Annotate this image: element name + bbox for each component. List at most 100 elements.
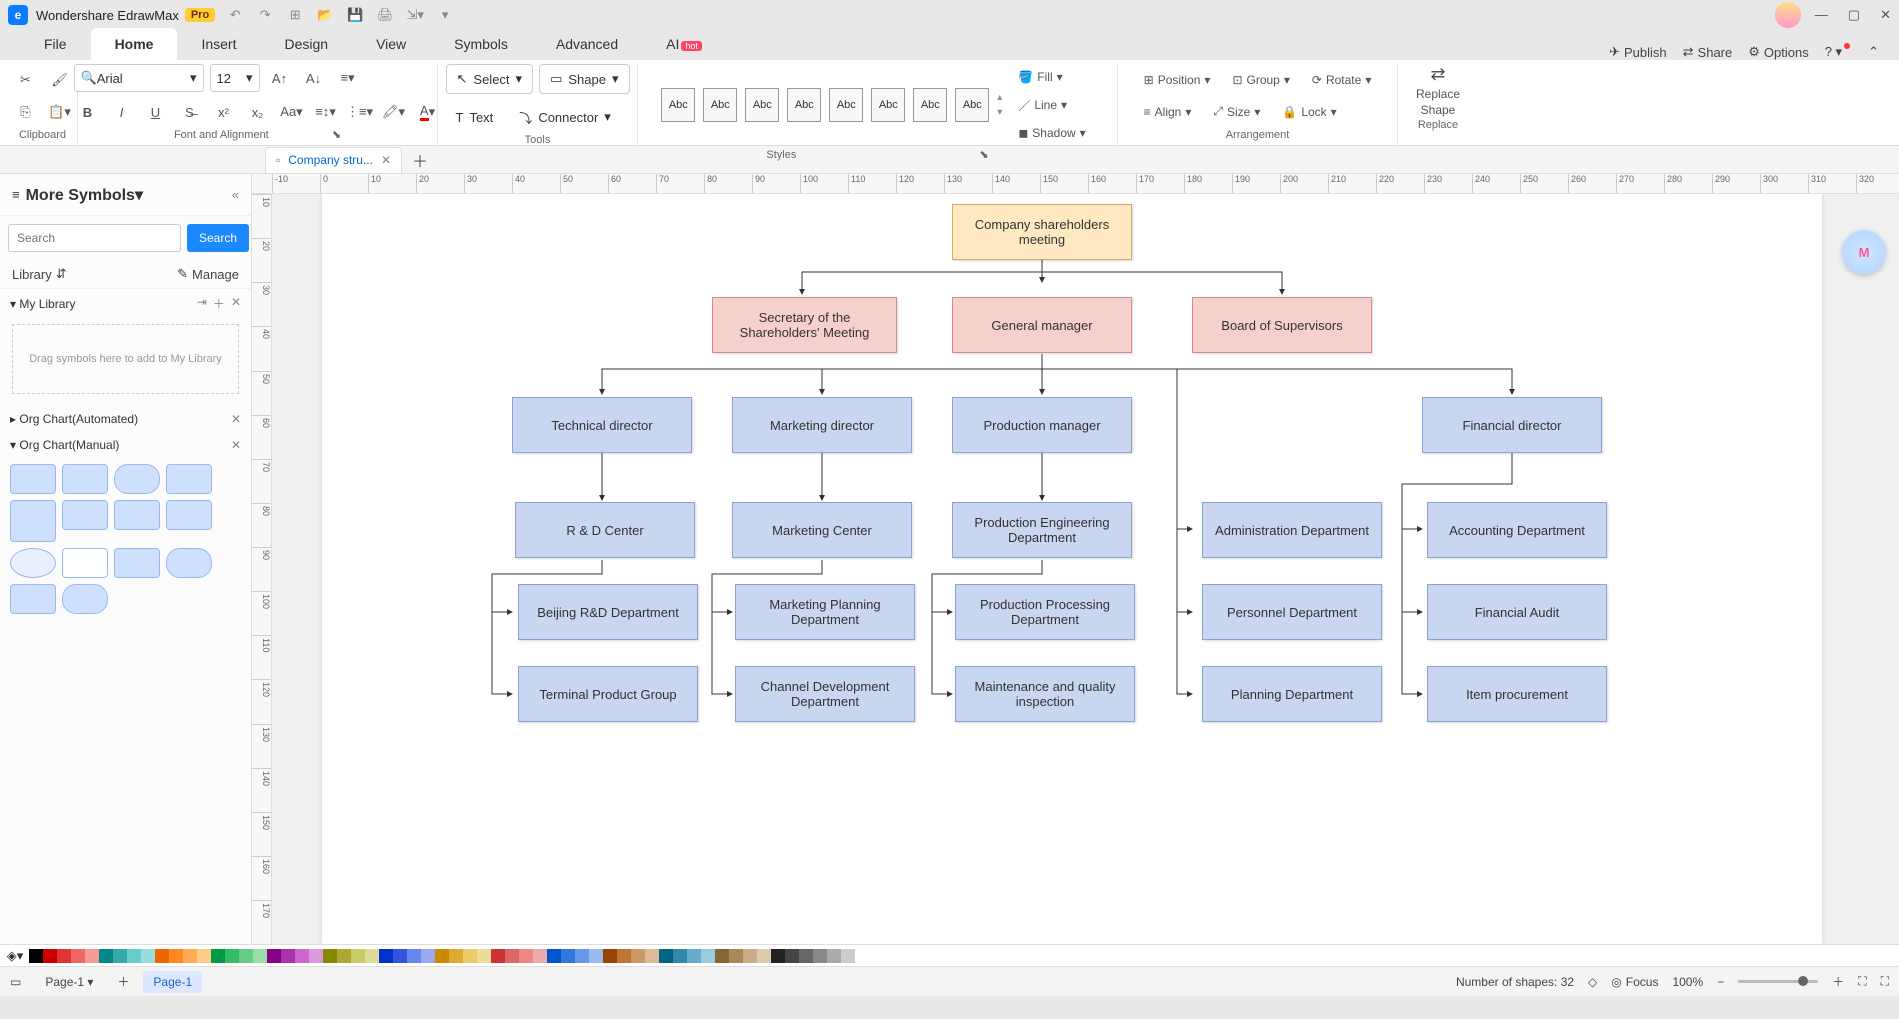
org-node-marketing-center[interactable]: Marketing Center xyxy=(732,502,912,558)
color-swatch[interactable] xyxy=(253,949,267,963)
redo-icon[interactable]: ↷ xyxy=(257,7,273,23)
org-node-marketing-planning[interactable]: Marketing Planning Department xyxy=(735,584,915,640)
canvas[interactable]: Company shareholders meeting Secretary o… xyxy=(272,194,1899,944)
color-swatch[interactable] xyxy=(407,949,421,963)
menu-advanced[interactable]: Advanced xyxy=(532,28,642,60)
tab-close-icon[interactable]: ✕ xyxy=(381,153,391,167)
color-swatch[interactable] xyxy=(533,949,547,963)
publish-button[interactable]: ✈ Publish xyxy=(1609,44,1667,60)
color-picker-icon[interactable]: ◈▾ xyxy=(8,949,22,963)
menu-insert[interactable]: Insert xyxy=(177,28,260,60)
color-swatch[interactable] xyxy=(519,949,533,963)
color-swatch[interactable] xyxy=(379,949,393,963)
menu-view[interactable]: View xyxy=(352,28,430,60)
menu-design[interactable]: Design xyxy=(260,28,352,60)
undo-icon[interactable]: ↶ xyxy=(227,7,243,23)
color-swatch[interactable] xyxy=(169,949,183,963)
color-swatch[interactable] xyxy=(603,949,617,963)
org-node-secretary[interactable]: Secretary of the Shareholders' Meeting xyxy=(712,297,897,353)
style-preset-8[interactable]: Abc xyxy=(955,88,989,122)
org-chart-manual-section[interactable]: ▾ Org Chart(Manual) ✕ xyxy=(0,432,251,458)
increase-font-icon[interactable]: A↑ xyxy=(266,64,294,92)
close-icon[interactable]: ✕ xyxy=(1880,7,1891,23)
org-node-beijing-rd[interactable]: Beijing R&D Department xyxy=(518,584,698,640)
color-swatch[interactable] xyxy=(155,949,169,963)
color-swatch[interactable] xyxy=(631,949,645,963)
color-swatch[interactable] xyxy=(617,949,631,963)
line-button[interactable]: ／ Line▾ xyxy=(1010,92,1093,118)
my-library-section[interactable]: ▾ My Library ⇥＋✕ xyxy=(0,289,251,318)
symbol-shape[interactable] xyxy=(166,548,212,578)
align-dropdown-icon[interactable]: ≡▾ xyxy=(334,64,362,92)
symbol-shape[interactable] xyxy=(62,500,108,530)
save-icon[interactable]: 💾 xyxy=(347,7,363,23)
library-drop-zone[interactable]: Drag symbols here to add to My Library xyxy=(12,324,239,394)
color-swatch[interactable] xyxy=(785,949,799,963)
manage-button[interactable]: ✎ Manage xyxy=(177,266,239,282)
lock-button[interactable]: 🔒 Lock▾ xyxy=(1274,99,1344,125)
style-preset-5[interactable]: Abc xyxy=(829,88,863,122)
org-node-financial-audit[interactable]: Financial Audit xyxy=(1427,584,1607,640)
color-swatch[interactable] xyxy=(365,949,379,963)
color-swatch[interactable] xyxy=(43,949,57,963)
color-swatch[interactable] xyxy=(393,949,407,963)
fill-button[interactable]: 🪣 Fill▾ xyxy=(1010,64,1093,90)
symbol-shape[interactable] xyxy=(10,464,56,494)
group-button[interactable]: ⊡ Group▾ xyxy=(1224,67,1297,93)
org-node-prod-engineering[interactable]: Production Engineering Department xyxy=(952,502,1132,558)
symbol-shape[interactable] xyxy=(114,464,160,494)
color-swatch[interactable] xyxy=(267,949,281,963)
color-swatch[interactable] xyxy=(575,949,589,963)
style-preset-6[interactable]: Abc xyxy=(871,88,905,122)
library-dropdown[interactable]: Library ⇵ xyxy=(12,266,67,282)
layers-icon[interactable]: ◇ xyxy=(1588,975,1597,989)
bullets-icon[interactable]: ⋮≡▾ xyxy=(346,98,374,126)
org-node-personnel[interactable]: Personnel Department xyxy=(1202,584,1382,640)
format-painter-icon[interactable]: 🖌 xyxy=(46,66,74,94)
color-swatch[interactable] xyxy=(351,949,365,963)
color-swatch[interactable] xyxy=(239,949,253,963)
ai-assistant-button[interactable]: M xyxy=(1842,230,1886,274)
color-swatch[interactable] xyxy=(71,949,85,963)
color-swatch[interactable] xyxy=(99,949,113,963)
color-swatch[interactable] xyxy=(463,949,477,963)
color-swatch[interactable] xyxy=(673,949,687,963)
color-swatch[interactable] xyxy=(547,949,561,963)
color-swatch[interactable] xyxy=(183,949,197,963)
style-preset-4[interactable]: Abc xyxy=(787,88,821,122)
org-node-administration[interactable]: Administration Department xyxy=(1202,502,1382,558)
menu-home[interactable]: Home xyxy=(91,28,178,60)
styles-down-icon[interactable]: ▾ xyxy=(997,107,1002,118)
org-node-marketing-director[interactable]: Marketing director xyxy=(732,397,912,453)
color-swatch[interactable] xyxy=(659,949,673,963)
symbol-shape[interactable] xyxy=(10,548,56,578)
zoom-in-icon[interactable]: ＋ xyxy=(1832,973,1844,990)
help-icon[interactable]: ? ▾ xyxy=(1825,44,1852,60)
color-swatch[interactable] xyxy=(813,949,827,963)
color-swatch[interactable] xyxy=(29,949,43,963)
symbol-search-button[interactable]: Search xyxy=(187,224,249,252)
cut-icon[interactable]: ✂ xyxy=(12,66,40,94)
color-swatch[interactable] xyxy=(827,949,841,963)
zoom-out-icon[interactable]: − xyxy=(1717,975,1724,989)
color-swatch[interactable] xyxy=(715,949,729,963)
color-swatch[interactable] xyxy=(687,949,701,963)
open-icon[interactable]: 📂 xyxy=(317,7,333,23)
color-swatch[interactable] xyxy=(323,949,337,963)
rotate-button[interactable]: ⟳ Rotate▾ xyxy=(1304,67,1379,93)
color-swatch[interactable] xyxy=(799,949,813,963)
color-swatch[interactable] xyxy=(645,949,659,963)
symbol-shape[interactable] xyxy=(166,464,212,494)
style-preset-3[interactable]: Abc xyxy=(745,88,779,122)
org-node-terminal-product[interactable]: Terminal Product Group xyxy=(518,666,698,722)
color-swatch[interactable] xyxy=(295,949,309,963)
remove-section-icon[interactable]: ✕ xyxy=(231,438,241,452)
replace-shape-button[interactable]: ⇄ Replace Shape xyxy=(1408,64,1468,117)
symbol-shape[interactable] xyxy=(62,548,108,578)
org-node-production-manager[interactable]: Production manager xyxy=(952,397,1132,453)
decrease-font-icon[interactable]: A↓ xyxy=(300,64,328,92)
color-swatch[interactable] xyxy=(141,949,155,963)
add-icon[interactable]: ＋ xyxy=(213,295,225,312)
org-node-accounting[interactable]: Accounting Department xyxy=(1427,502,1607,558)
symbol-shape[interactable] xyxy=(114,548,160,578)
